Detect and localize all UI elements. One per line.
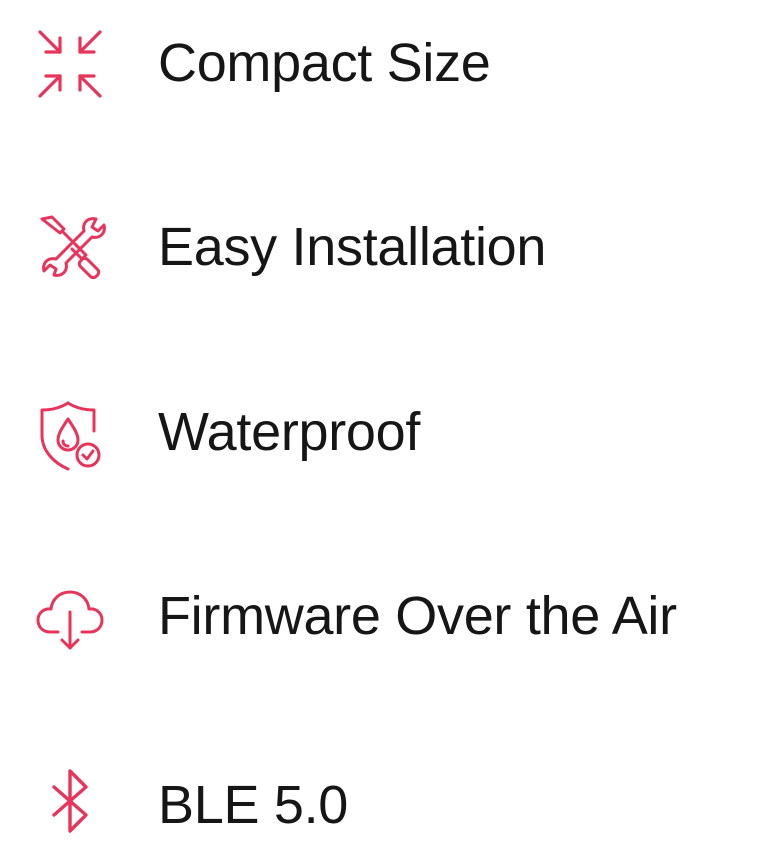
feature-label: Firmware Over the Air bbox=[158, 586, 677, 646]
feature-compact-size: Compact Size bbox=[0, 0, 768, 120]
bluetooth-icon bbox=[30, 763, 110, 843]
tools-icon bbox=[30, 209, 110, 289]
feature-ble: BLE 5.0 bbox=[0, 742, 768, 862]
compress-arrows-icon bbox=[30, 24, 110, 104]
feature-firmware-ota: Firmware Over the Air bbox=[0, 556, 768, 676]
waterproof-shield-icon bbox=[30, 395, 110, 475]
feature-easy-installation: Easy Installation bbox=[0, 185, 768, 305]
cloud-download-icon bbox=[30, 580, 110, 660]
feature-label: Compact Size bbox=[158, 33, 491, 93]
feature-label: Easy Installation bbox=[158, 217, 547, 277]
feature-label: BLE 5.0 bbox=[158, 775, 349, 835]
feature-waterproof: Waterproof bbox=[0, 371, 768, 491]
feature-label: Waterproof bbox=[158, 402, 421, 462]
feature-list: Compact Size Easy Installation Waterproo… bbox=[0, 0, 768, 841]
